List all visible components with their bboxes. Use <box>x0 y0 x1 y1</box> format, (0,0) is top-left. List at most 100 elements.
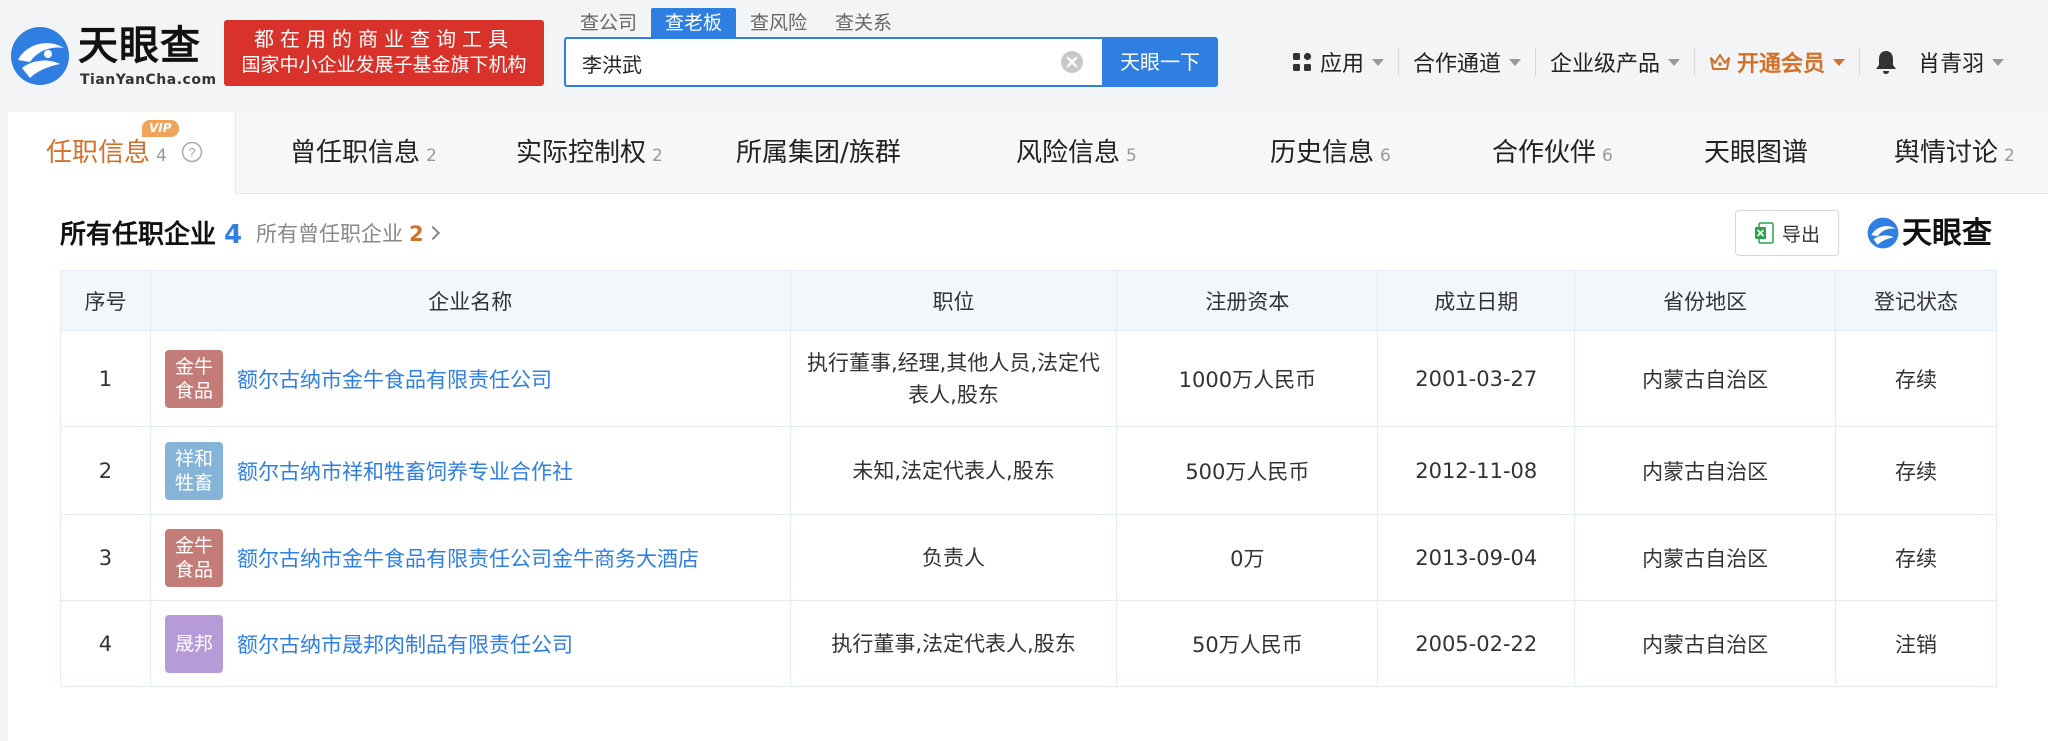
col-header-company: 企业名称 <box>149 270 791 331</box>
search-tab-relation[interactable]: 查关系 <box>821 8 906 38</box>
tab-graph[interactable]: 天眼图谱 <box>1704 112 1808 194</box>
region-cell: 内蒙古自治区 <box>1574 514 1837 601</box>
crown-icon <box>1710 54 1731 70</box>
chevron-down-icon <box>1668 58 1681 66</box>
region-cell: 内蒙古自治区 <box>1574 330 1837 427</box>
tab-label: 天眼图谱 <box>1704 138 1809 168</box>
row-index: 3 <box>60 514 151 601</box>
nav-vip[interactable]: 开通会员 <box>1694 48 1859 77</box>
search-tab-risk[interactable]: 查风险 <box>736 8 821 38</box>
company-link[interactable]: 额尔古纳市金牛食品有限责任公司金牛商务大酒店 <box>237 543 699 573</box>
search-tab-company[interactable]: 查公司 <box>566 8 651 38</box>
position-cell: 执行董事,法定代表人,股东 <box>789 600 1118 687</box>
tianyancha-logo-icon <box>11 27 69 85</box>
chevron-down-icon <box>1833 58 1846 66</box>
positions-table: 序号 企业名称 职位 注册资本 成立日期 省份地区 登记状态 1 金牛 食品 额… <box>60 270 1997 687</box>
chevron-down-icon <box>1372 58 1385 66</box>
capital-cell: 1000万人民币 <box>1116 330 1379 427</box>
nav-vip-label: 开通会员 <box>1737 52 1826 77</box>
company-link[interactable]: 额尔古纳市晟邦肉制品有限责任公司 <box>237 629 573 659</box>
col-header-position: 职位 <box>789 270 1118 331</box>
tab-risk[interactable]: 风险信息 5 <box>1016 112 1137 194</box>
tab-actual-control[interactable]: 实际控制权 2 <box>516 112 663 194</box>
chevron-down-icon <box>1509 58 1522 66</box>
nav-apps[interactable]: 应用 <box>1292 48 1398 77</box>
tab-history[interactable]: 历史信息 6 <box>1270 112 1391 194</box>
tab-label: 合作伙伴 <box>1492 138 1597 168</box>
search-tabs: 查公司 查老板 查风险 查关系 <box>566 8 906 38</box>
profile-tabs: 任职信息 4 ? VIP 曾任职信息 2 实际控制权 2 所属集团/族群 风险信息 5 … <box>8 112 2048 194</box>
brand-text: 天眼查 <box>1902 216 1992 251</box>
company-cell: 祥和 牲畜 额尔古纳市祥和牲畜饲养专业合作社 <box>149 426 791 515</box>
tab-count: 5 <box>1126 146 1137 166</box>
nav-partner-label: 合作通道 <box>1413 52 1502 77</box>
company-logo[interactable]: 金牛 食品 <box>164 528 223 587</box>
table-row: 3 金牛 食品 额尔古纳市金牛食品有限责任公司金牛商务大酒店 负责人 0万 20… <box>60 514 1997 601</box>
col-header-date: 成立日期 <box>1377 270 1576 331</box>
former-positions-count: 2 <box>409 222 424 246</box>
capital-cell: 0万 <box>1116 514 1379 601</box>
company-logo[interactable]: 晟邦 <box>164 614 223 673</box>
tab-label: 任职信息 <box>46 138 151 168</box>
tianyancha-logo[interactable]: 天眼查 TianYanCha.com <box>8 22 218 92</box>
slogan-banner: 都在用的商业查询工具 国家中小企业发展子基金旗下机构 <box>224 20 544 86</box>
tab-label: 舆情讨论 <box>1894 138 1999 168</box>
company-link[interactable]: 额尔古纳市金牛食品有限责任公司 <box>237 364 552 394</box>
date-cell: 2013-09-04 <box>1377 514 1576 601</box>
tianyancha-logo-icon <box>1867 217 1899 249</box>
tab-discussion[interactable]: 舆情讨论 2 <box>1894 112 2015 194</box>
tab-partners[interactable]: 合作伙伴 6 <box>1492 112 1613 194</box>
company-cell: 晟邦 额尔古纳市晟邦肉制品有限责任公司 <box>149 600 791 687</box>
region-cell: 内蒙古自治区 <box>1574 600 1837 687</box>
tab-label: 曾任职信息 <box>290 138 421 168</box>
table-row: 4 晟邦 额尔古纳市晟邦肉制品有限责任公司 执行董事,法定代表人,股东 50万人… <box>60 600 1997 687</box>
apps-grid-icon <box>1293 52 1312 71</box>
search-tab-boss[interactable]: 查老板 <box>651 8 737 38</box>
user-name: 肖青羽 <box>1918 52 1985 77</box>
tab-current-positions[interactable]: 任职信息 4 ? VIP <box>8 112 236 194</box>
position-cell: 未知,法定代表人,股东 <box>789 426 1118 515</box>
clear-icon[interactable] <box>1060 50 1084 74</box>
row-index: 1 <box>60 330 151 427</box>
excel-icon <box>1754 222 1774 244</box>
date-cell: 2005-02-22 <box>1377 600 1576 687</box>
top-nav: 应用 合作通道 企业级产品 开通会员 肖青羽 <box>1292 44 2005 80</box>
former-positions-link[interactable]: 所有曾任职企业 2 <box>256 218 440 248</box>
company-logo[interactable]: 祥和 牲畜 <box>164 441 223 500</box>
tab-count: 6 <box>1380 146 1391 166</box>
help-icon[interactable]: ? <box>181 141 203 163</box>
search-input[interactable]: 李洪武 <box>564 37 1102 87</box>
capital-cell: 500万人民币 <box>1116 426 1379 515</box>
company-logo[interactable]: 金牛 食品 <box>164 349 223 408</box>
company-cell: 金牛 食品 额尔古纳市金牛食品有限责任公司金牛商务大酒店 <box>149 514 791 601</box>
nav-notifications[interactable] <box>1859 48 1912 76</box>
position-cell: 负责人 <box>789 514 1118 601</box>
col-header-capital: 注册资本 <box>1116 270 1379 331</box>
slogan-line2: 国家中小企业发展子基金旗下机构 <box>241 54 527 76</box>
tab-label: 所属集团/族群 <box>736 138 901 168</box>
col-header-region: 省份地区 <box>1574 270 1837 331</box>
top-header: 天眼查 TianYanCha.com 都在用的商业查询工具 国家中小企业发展子基… <box>0 0 2048 112</box>
col-header-status: 登记状态 <box>1835 270 1997 331</box>
nav-enterprise[interactable]: 企业级产品 <box>1535 48 1694 77</box>
date-cell: 2001-03-27 <box>1377 330 1576 427</box>
chevron-down-icon <box>1992 58 2005 66</box>
col-header-index: 序号 <box>60 270 151 331</box>
nav-user[interactable]: 肖青羽 <box>1912 46 2005 78</box>
search-input-value: 李洪武 <box>582 53 642 77</box>
tab-count: 2 <box>426 146 437 166</box>
tab-former-positions[interactable]: 曾任职信息 2 <box>290 112 437 194</box>
table-row: 2 祥和 牲畜 额尔古纳市祥和牲畜饲养专业合作社 未知,法定代表人,股东 500… <box>60 426 1997 515</box>
search-button[interactable]: 天眼一下 <box>1102 37 1218 87</box>
tab-group[interactable]: 所属集团/族群 <box>736 112 901 194</box>
status-badge: 存续 <box>1835 514 1997 601</box>
svg-text:?: ? <box>188 145 195 160</box>
export-label: 导出 <box>1781 223 1820 246</box>
status-badge: 存续 <box>1835 330 1997 427</box>
export-button[interactable]: 导出 <box>1735 210 1839 256</box>
company-link[interactable]: 额尔古纳市祥和牲畜饲养专业合作社 <box>237 456 573 486</box>
tab-count: 4 <box>156 146 167 166</box>
capital-cell: 50万人民币 <box>1116 600 1379 687</box>
nav-partner[interactable]: 合作通道 <box>1398 48 1535 77</box>
logo-text: 天眼查 <box>78 23 201 69</box>
